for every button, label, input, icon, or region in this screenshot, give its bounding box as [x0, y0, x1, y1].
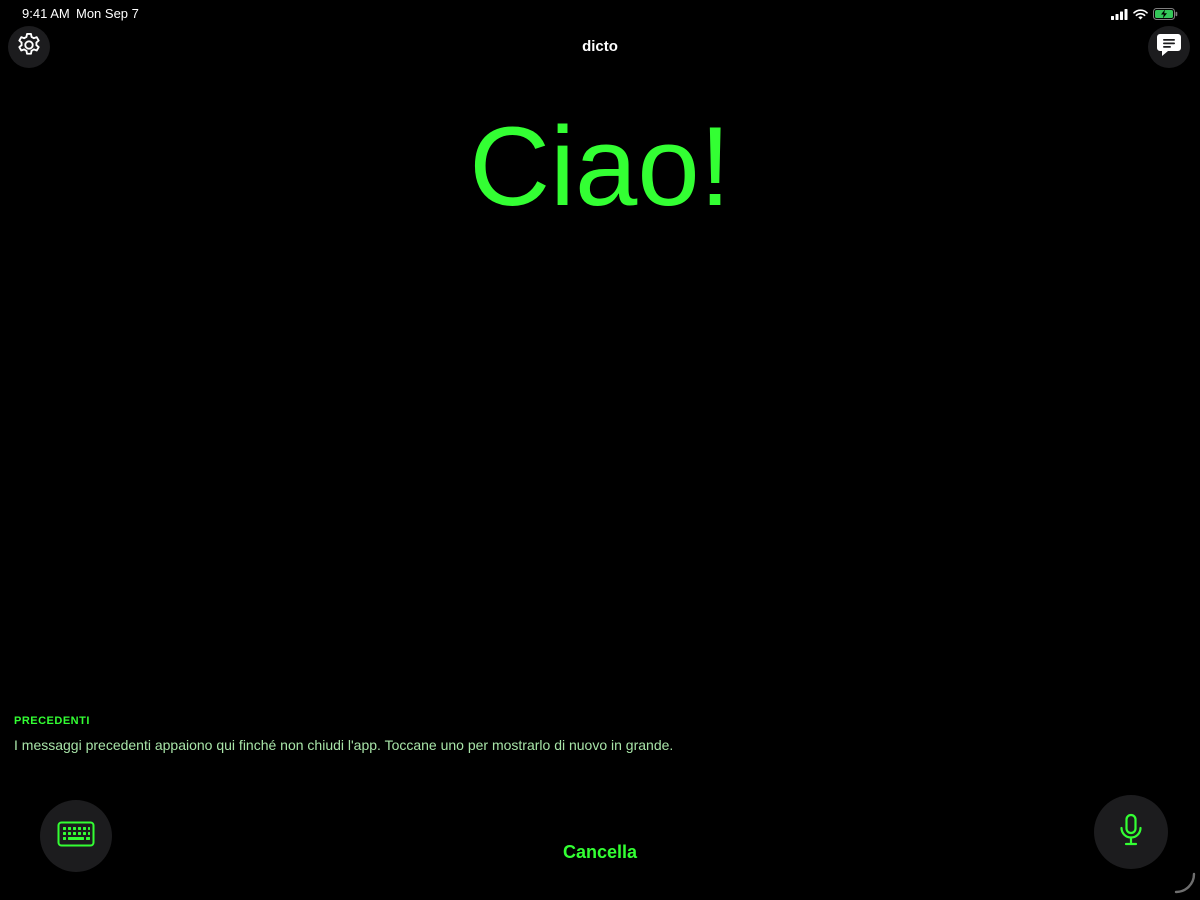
battery-charging-icon	[1153, 8, 1178, 20]
microphone-icon	[1118, 813, 1144, 852]
message-bubble-icon	[1155, 31, 1183, 64]
previous-section-header: PRECEDENTI	[14, 715, 90, 727]
status-icons	[1111, 7, 1178, 21]
microphone-button[interactable]	[1094, 795, 1168, 869]
keyboard-button[interactable]	[40, 800, 112, 872]
main-message: Ciao!	[469, 104, 731, 229]
status-bar: 9:41 AM Mon Sep 7	[0, 0, 1200, 28]
cancel-button[interactable]: Cancella	[500, 842, 700, 863]
previous-section-hint: I messaggi precedenti appaiono qui finch…	[14, 737, 674, 753]
corner-indicator	[1172, 872, 1196, 900]
app-title: dicto	[582, 38, 618, 55]
app-screen: 9:41 AM Mon Sep 7 dicto Ciao! PRECEDENTI…	[0, 0, 1200, 900]
status-time: 9:41 AM	[22, 6, 70, 21]
status-date: Mon Sep 7	[76, 6, 139, 21]
wifi-icon	[1133, 8, 1148, 20]
keyboard-icon	[57, 821, 95, 852]
history-button[interactable]	[1148, 26, 1190, 68]
cellular-signal-icon	[1111, 8, 1128, 20]
